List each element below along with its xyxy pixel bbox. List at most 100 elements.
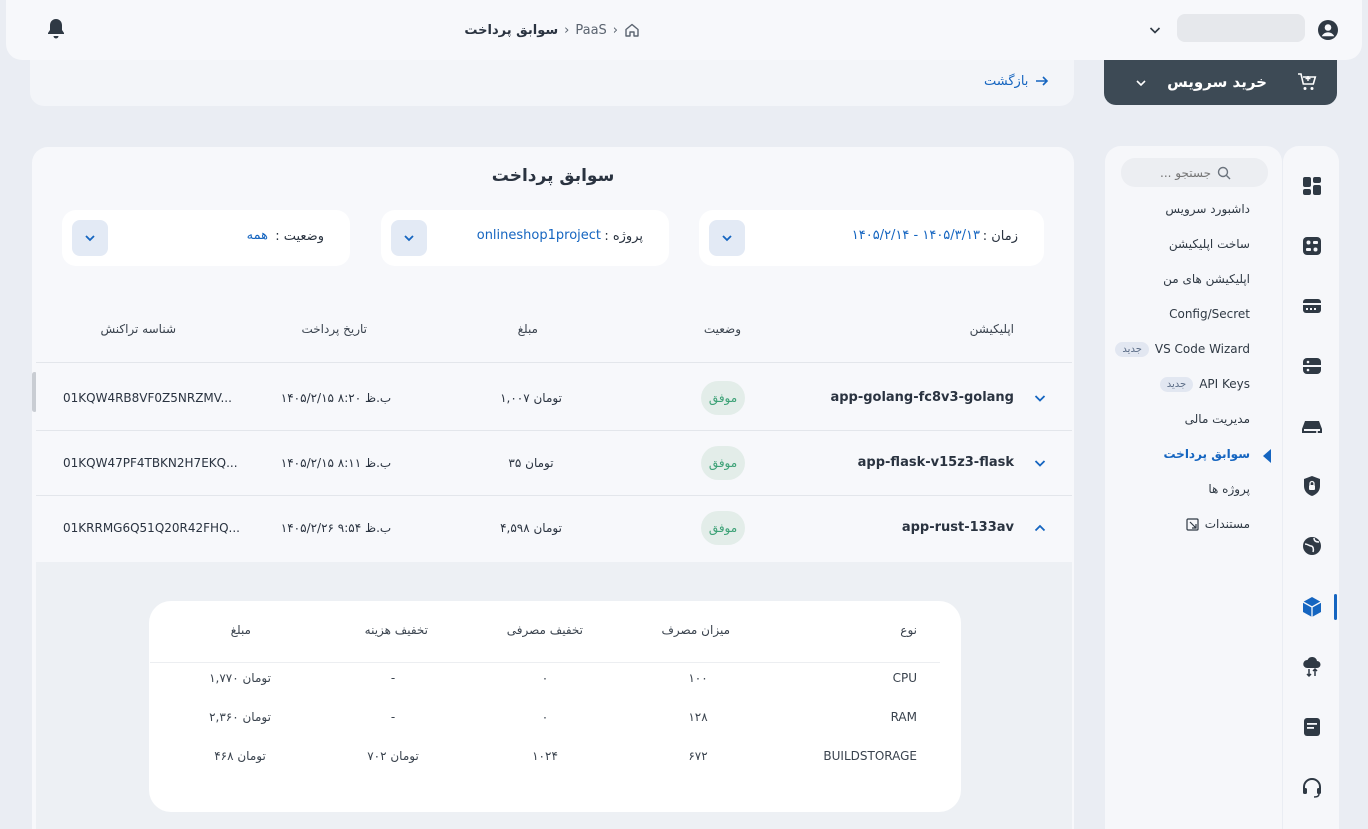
support-headset-icon[interactable] bbox=[1301, 776, 1323, 798]
new-badge: جدید bbox=[1115, 341, 1149, 357]
status-filter-label: وضعیت : bbox=[275, 229, 324, 244]
cart-icon bbox=[1297, 72, 1317, 92]
active-rail-indicator bbox=[1334, 594, 1337, 620]
project-filter[interactable]: پروژه : onlineshop1project bbox=[381, 210, 669, 266]
breadcrumb-current: سوابق پرداخت bbox=[464, 22, 559, 38]
sidebar-item-config-secret[interactable]: Config/Secret bbox=[1169, 304, 1250, 324]
divider bbox=[36, 362, 1072, 363]
new-badge: جدید bbox=[1159, 376, 1194, 392]
payment-date: ۱۴۰۵/۲/۲۶ ۹:۵۴ ب.ظ bbox=[280, 521, 392, 535]
sidebar-item-label: داشبورد سرویس bbox=[1165, 202, 1250, 216]
sidebar-item-label: ساخت اپلیکیشن bbox=[1168, 237, 1250, 251]
sidebar-item-label: VS Code Wizard bbox=[1154, 342, 1250, 356]
service-grid-icon[interactable] bbox=[1301, 235, 1323, 257]
storage-icon[interactable] bbox=[1301, 415, 1323, 437]
transaction-id: 01KQW4RB8VF0Z5NRZMV... bbox=[63, 391, 232, 405]
search-icon bbox=[1217, 166, 1231, 180]
chevron-left-icon: › bbox=[612, 22, 618, 38]
project-filter-label: پروژه : bbox=[604, 229, 643, 244]
external-link-icon bbox=[1186, 517, 1199, 531]
back-link[interactable]: بازگشت bbox=[984, 73, 1050, 89]
sidebar-item-service-dashboard[interactable]: داشبورد سرویس bbox=[1165, 199, 1250, 219]
database-icon[interactable] bbox=[1301, 355, 1323, 377]
transaction-id: 01KRRMG6Q51Q20R42FHQ... bbox=[63, 521, 240, 535]
chevron-down-icon[interactable] bbox=[72, 220, 108, 256]
network-icon[interactable] bbox=[1301, 535, 1323, 557]
status-filter-value: همه bbox=[246, 228, 268, 243]
time-filter-value: ۱۴۰۵/۲/۱۴ - ۱۴۰۵/۳/۱۳ bbox=[851, 228, 980, 243]
amount: ۱,۰۰۷ تومان bbox=[500, 391, 562, 405]
status-filter[interactable]: وضعیت : همه bbox=[62, 210, 350, 266]
status-badge: موفق bbox=[701, 511, 745, 545]
home-icon[interactable] bbox=[624, 22, 640, 38]
detail-usage-discount: ۰ bbox=[541, 710, 549, 724]
table-row[interactable]: app-flask-v15z3-flask موفق ۳۵ تومان ۱۴۰۵… bbox=[36, 431, 1072, 495]
user-avatar-icon[interactable] bbox=[1316, 18, 1340, 42]
sidebar-item-my-apps[interactable]: اپلیکیشن های من bbox=[1163, 269, 1250, 289]
breadcrumb: › PaaS › سوابق پرداخت bbox=[300, 20, 640, 40]
paas-cube-icon[interactable] bbox=[1301, 596, 1323, 618]
document-icon[interactable] bbox=[1301, 716, 1323, 738]
table-row[interactable]: app-golang-fc8v3-golang موفق ۱,۰۰۷ تومان… bbox=[36, 366, 1072, 430]
detail-amount: ۱,۷۷۰ تومان bbox=[209, 671, 271, 685]
column-header-app: اپلیکیشن bbox=[969, 322, 1014, 336]
sidebar-item-financial[interactable]: مدیریت مالی bbox=[1185, 409, 1250, 429]
detail-header-usage: میزان مصرف bbox=[661, 623, 730, 637]
detail-type: BUILDSTORAGE bbox=[823, 749, 917, 763]
arrow-right-icon bbox=[1034, 73, 1050, 89]
sidebar-item-docs[interactable]: مستندات bbox=[1186, 514, 1250, 534]
chevron-down-icon[interactable] bbox=[1032, 390, 1048, 406]
payment-date: ۱۴۰۵/۲/۱۵ ۸:۱۱ ب.ظ bbox=[280, 456, 392, 470]
detail-type: RAM bbox=[890, 710, 917, 724]
detail-header-type: نوع bbox=[900, 623, 917, 637]
sidebar-item-vscode-wizard[interactable]: VS Code Wizard جدید bbox=[1115, 339, 1250, 359]
detail-header-usage-discount: تخفیف مصرفی bbox=[506, 623, 583, 637]
chevron-down-icon[interactable] bbox=[709, 220, 745, 256]
column-header-status: وضعیت bbox=[703, 322, 741, 336]
chevron-down-icon[interactable] bbox=[391, 220, 427, 256]
app-name[interactable]: app-golang-fc8v3-golang bbox=[830, 366, 1014, 430]
sidebar-item-label: سوابق پرداخت bbox=[1163, 447, 1250, 461]
column-header-txid: شناسه تراکنش bbox=[100, 322, 176, 336]
security-icon[interactable] bbox=[1301, 475, 1323, 497]
breadcrumb-paas[interactable]: PaaS bbox=[575, 23, 606, 38]
user-name-blurred[interactable] bbox=[1177, 14, 1305, 42]
column-header-date: تاریخ پرداخت bbox=[301, 322, 367, 336]
detail-header-amount: مبلغ bbox=[230, 623, 251, 637]
sidebar-item-label: API Keys bbox=[1199, 377, 1250, 391]
chevron-up-icon[interactable] bbox=[1032, 520, 1048, 536]
chevron-down-icon[interactable] bbox=[1147, 22, 1163, 38]
active-indicator bbox=[1263, 449, 1271, 463]
detail-cost-discount: - bbox=[390, 671, 396, 685]
detail-cost-discount: ۷۰۲ تومان bbox=[367, 749, 419, 763]
sidebar-item-create-app[interactable]: ساخت اپلیکیشن bbox=[1169, 234, 1250, 254]
sidebar-item-label: Config/Secret bbox=[1169, 307, 1250, 321]
search-input[interactable] bbox=[1121, 165, 1211, 180]
chevron-down-icon bbox=[1134, 76, 1148, 90]
payment-date: ۱۴۰۵/۲/۱۵ ۸:۲۰ ب.ظ bbox=[280, 391, 392, 405]
app-name[interactable]: app-flask-v15z3-flask bbox=[858, 431, 1014, 495]
transaction-id: 01KQW47PF4TBKN2H7EKQ... bbox=[63, 456, 238, 470]
buy-service-button[interactable]: خرید سرویس bbox=[1104, 60, 1337, 105]
table-row[interactable]: app-rust-133av موفق ۴,۵۹۸ تومان ۱۴۰۵/۲/۲… bbox=[36, 496, 1072, 560]
back-bar bbox=[30, 60, 1074, 106]
detail-usage: ۱۲۸ bbox=[688, 710, 708, 724]
cloud-transfer-icon[interactable] bbox=[1301, 656, 1323, 678]
chevron-left-icon: › bbox=[564, 22, 570, 38]
sidebar-item-api-keys[interactable]: API Keys جدید bbox=[1159, 374, 1250, 394]
sidebar-item-projects[interactable]: پروژه ها bbox=[1208, 479, 1250, 499]
sidebar-item-payment-history[interactable]: سوابق پرداخت bbox=[1163, 444, 1250, 464]
time-filter[interactable]: زمان : ۱۴۰۵/۲/۱۴ - ۱۴۰۵/۳/۱۳ bbox=[699, 210, 1044, 266]
detail-usage: ۱۰۰ bbox=[688, 671, 708, 685]
app-name[interactable]: app-rust-133av bbox=[902, 496, 1014, 560]
amount: ۳۵ تومان bbox=[508, 456, 554, 470]
detail-header-cost-discount: تخفیف هزینه bbox=[364, 623, 428, 637]
detail-usage-discount: ۱۰۲۴ bbox=[532, 749, 558, 763]
page-title: سوابق پرداخت bbox=[491, 166, 615, 186]
sidebar-search[interactable] bbox=[1121, 158, 1268, 187]
server-icon[interactable] bbox=[1301, 295, 1323, 317]
bell-icon[interactable] bbox=[46, 18, 66, 40]
dashboard-icon[interactable] bbox=[1301, 175, 1323, 197]
chevron-down-icon[interactable] bbox=[1032, 455, 1048, 471]
back-label: بازگشت bbox=[984, 73, 1029, 89]
